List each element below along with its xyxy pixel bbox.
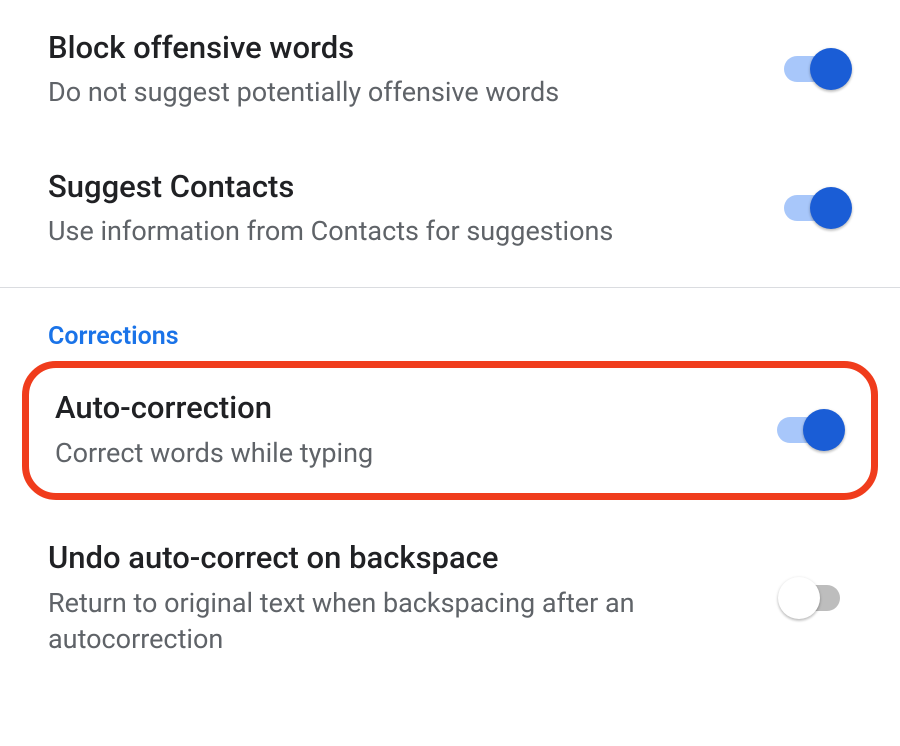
toggle-undo-autocorrect[interactable] xyxy=(784,576,852,620)
setting-title: Auto-correction xyxy=(55,388,757,428)
setting-subtitle: Return to original text when backspacing… xyxy=(48,585,764,658)
setting-undo-autocorrect[interactable]: Undo auto-correct on backspace Return to… xyxy=(0,508,900,685)
setting-text: Block offensive words Do not suggest pot… xyxy=(48,28,784,111)
toggle-thumb xyxy=(803,409,845,451)
toggle-block-offensive[interactable] xyxy=(784,47,852,91)
setting-suggest-contacts[interactable]: Suggest Contacts Use information from Co… xyxy=(0,139,900,278)
toggle-thumb xyxy=(810,48,852,90)
setting-auto-correction-highlighted[interactable]: Auto-correction Correct words while typi… xyxy=(22,361,878,500)
setting-text: Suggest Contacts Use information from Co… xyxy=(48,167,784,250)
toggle-auto-correction[interactable] xyxy=(777,408,845,452)
setting-title: Block offensive words xyxy=(48,28,764,68)
setting-subtitle: Use information from Contacts for sugges… xyxy=(48,213,764,249)
setting-title: Suggest Contacts xyxy=(48,167,764,207)
settings-list: Block offensive words Do not suggest pot… xyxy=(0,0,900,685)
toggle-suggest-contacts[interactable] xyxy=(784,186,852,230)
setting-subtitle: Do not suggest potentially offensive wor… xyxy=(48,74,764,110)
section-header-corrections: Corrections xyxy=(0,288,900,355)
setting-text: Auto-correction Correct words while typi… xyxy=(55,388,777,471)
setting-title: Undo auto-correct on backspace xyxy=(48,538,764,578)
toggle-thumb xyxy=(810,187,852,229)
setting-subtitle: Correct words while typing xyxy=(55,435,757,471)
toggle-thumb xyxy=(778,577,820,619)
setting-block-offensive-words[interactable]: Block offensive words Do not suggest pot… xyxy=(0,0,900,139)
setting-text: Undo auto-correct on backspace Return to… xyxy=(48,538,784,657)
